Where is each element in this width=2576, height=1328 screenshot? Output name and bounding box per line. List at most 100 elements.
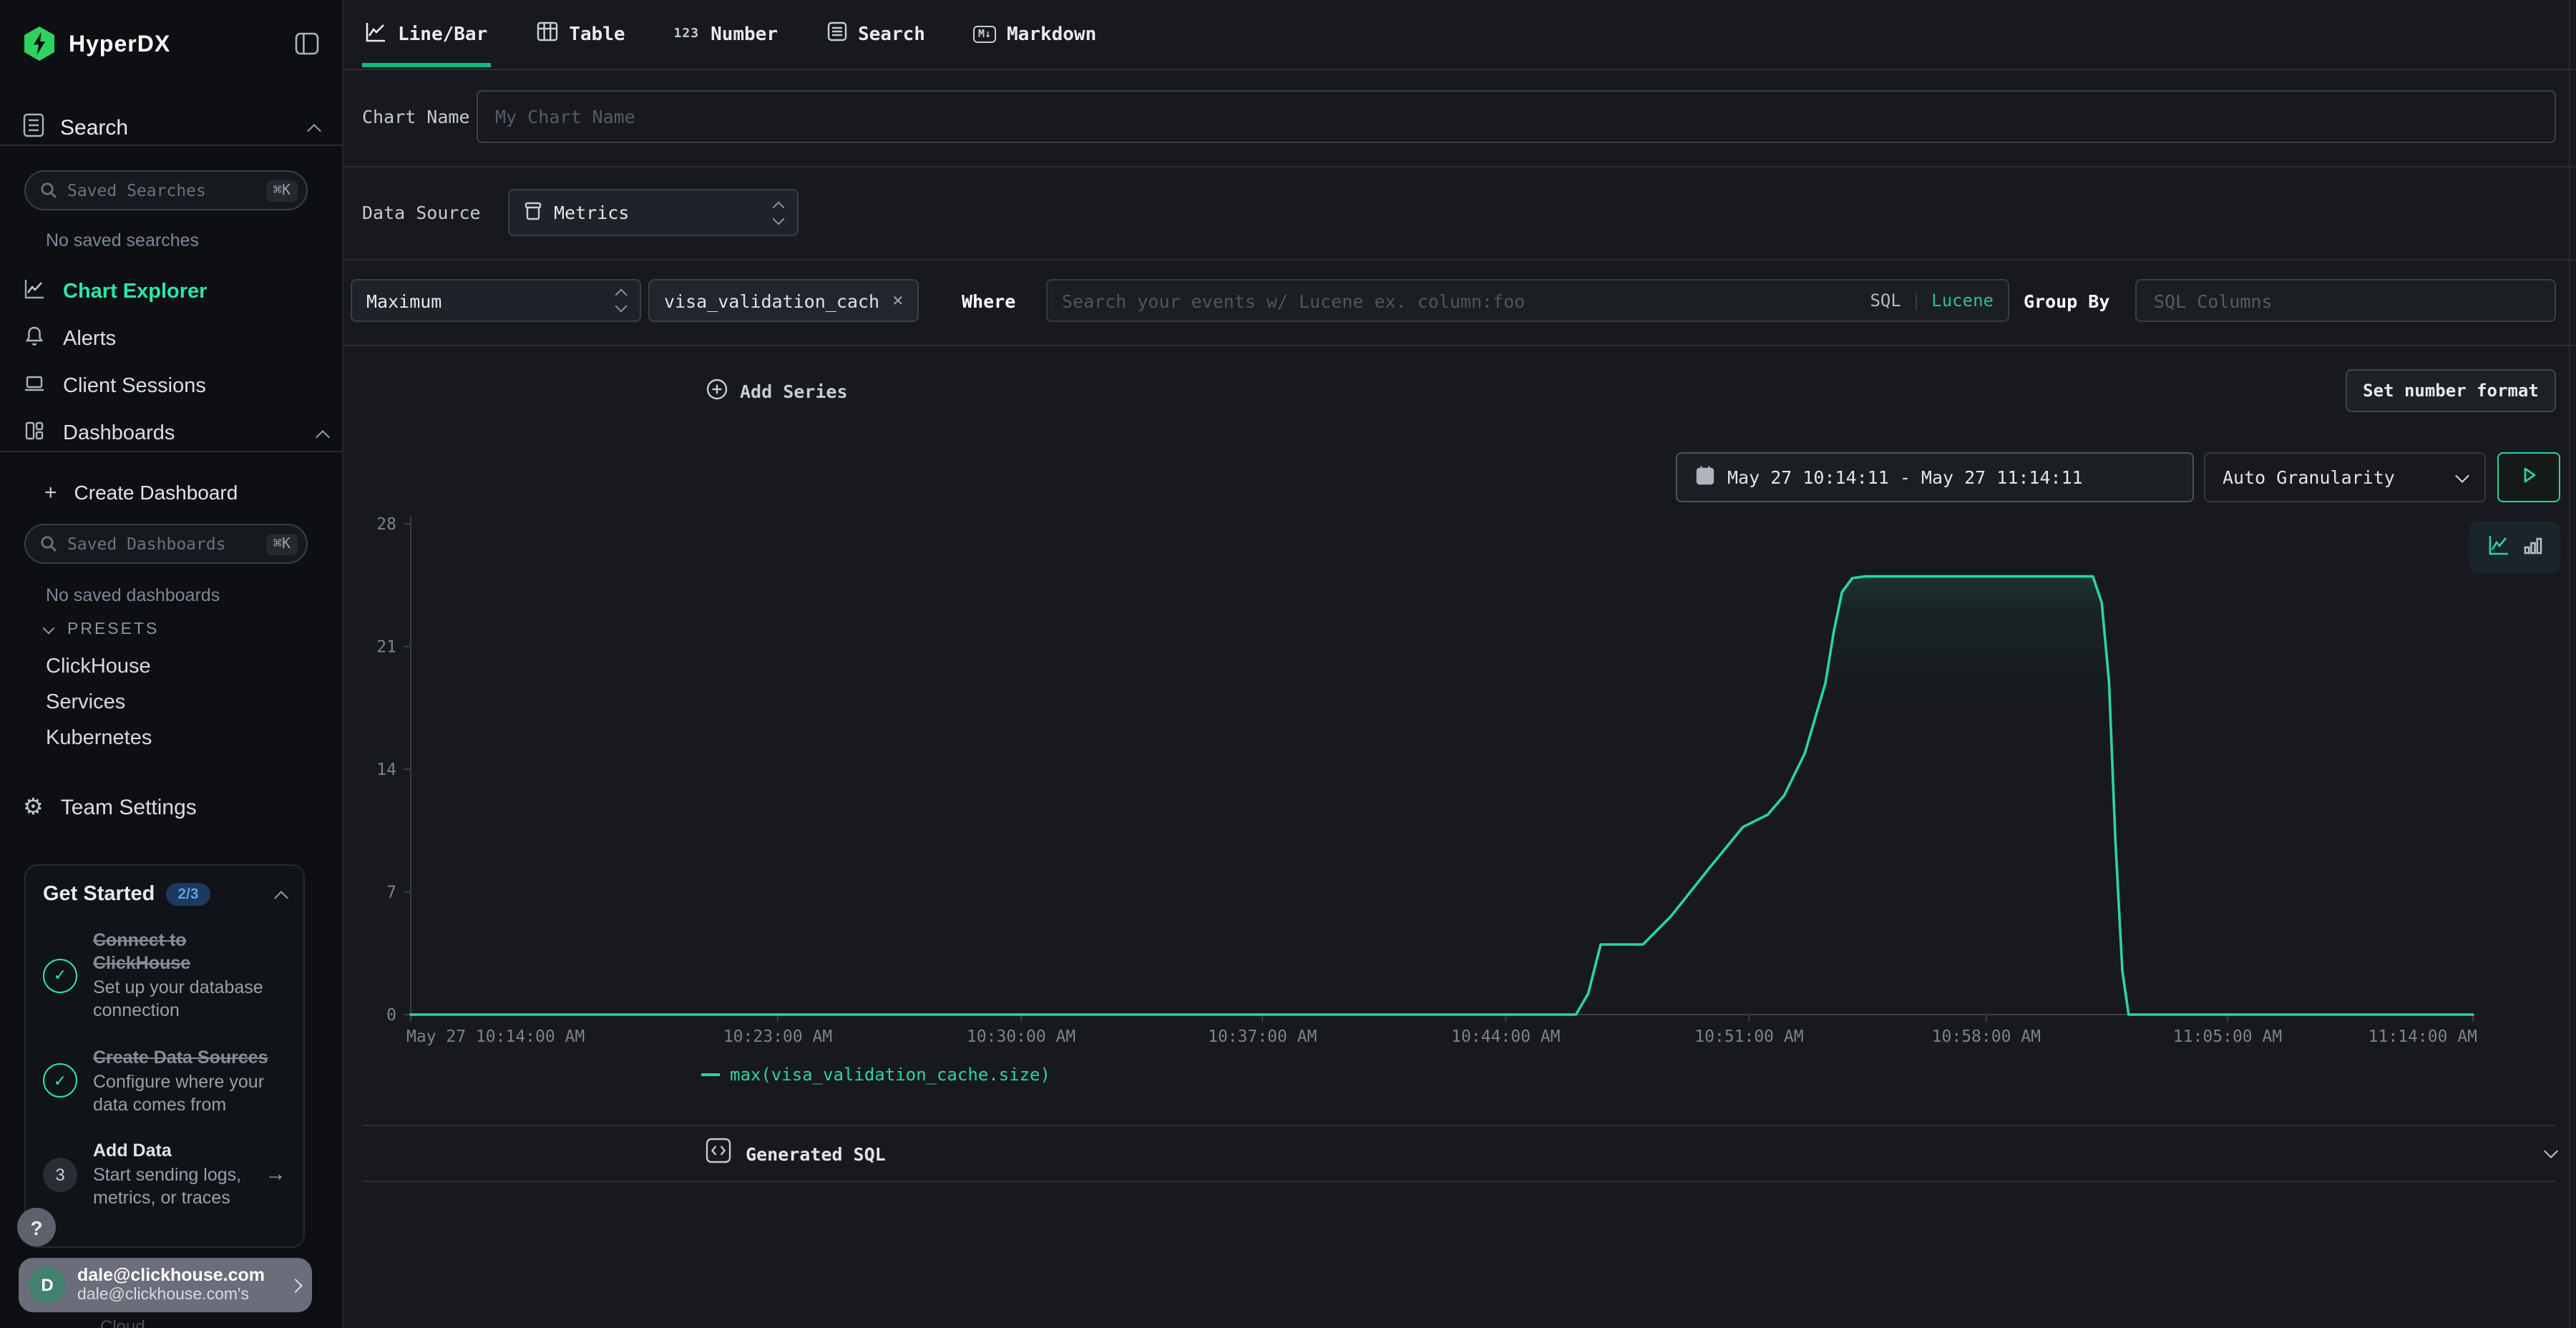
legend-series-label: max(visa_validation_cache.size) xyxy=(730,1065,1050,1085)
sidebar-item-chart-explorer[interactable]: Chart Explorer xyxy=(23,273,328,311)
where-search-box[interactable]: SQL | Lucene xyxy=(1046,279,2009,322)
avatar: D xyxy=(29,1266,66,1304)
where-search-input[interactable] xyxy=(1062,290,1870,311)
sidebar-item-label: Alerts xyxy=(63,328,116,351)
logo[interactable]: HyperDX xyxy=(23,20,319,72)
get-started-item[interactable]: 3 Add Data Start sending logs, metrics, … xyxy=(43,1139,286,1210)
search-icon xyxy=(40,177,57,204)
select-chevrons-icon xyxy=(617,290,625,311)
chart-ticks: 07142128May 27 10:14:00 AM10:23:00 AM10:… xyxy=(376,515,2477,1046)
app-title: HyperDX xyxy=(69,33,170,59)
sidebar-section-search[interactable]: Search xyxy=(23,110,319,145)
date-range-picker[interactable]: May 27 10:14:11 - May 27 11:14:11 xyxy=(1676,452,2194,502)
circle-plus-icon xyxy=(706,377,728,404)
chevron-down-icon xyxy=(2544,1144,2558,1158)
tab-label: Table xyxy=(569,24,625,45)
saved-searches-search[interactable]: ⌘K xyxy=(24,170,308,210)
sidebar-item-dashboards[interactable]: Dashboards xyxy=(23,415,328,452)
svg-text:10:37:00 AM: 10:37:00 AM xyxy=(1208,1027,1317,1046)
preset-kubernetes[interactable]: Kubernetes xyxy=(46,727,152,750)
granularity-select[interactable]: Auto Granularity xyxy=(2204,452,2486,502)
gear-icon: ⚙ xyxy=(23,793,44,821)
help-button[interactable]: ? xyxy=(17,1208,56,1246)
sidebar-item-client-sessions[interactable]: Client Sessions xyxy=(23,368,328,405)
where-label: Where xyxy=(962,290,1015,312)
sidebar-item-alerts[interactable]: Alerts xyxy=(23,321,328,358)
set-number-format-label: Set number format xyxy=(2363,381,2539,401)
get-started-item[interactable]: ✓ Connect to ClickHouse Set up your data… xyxy=(43,929,286,1022)
date-range-value: May 27 10:14:11 - May 27 11:14:11 xyxy=(1727,467,2083,488)
aggregation-select[interactable]: Maximum xyxy=(351,279,641,322)
mode-lucene[interactable]: Lucene xyxy=(1931,290,1994,311)
run-query-button[interactable] xyxy=(2497,452,2560,502)
user-subtitle: dale@clickhouse.com's xyxy=(77,1286,279,1304)
add-series-label: Add Series xyxy=(740,380,848,401)
tab-markdown[interactable]: M↓ Markdown xyxy=(971,2,1099,67)
metric-chip[interactable]: visa_validation_cach × xyxy=(648,279,919,322)
mode-sql[interactable]: SQL xyxy=(1870,290,1901,311)
group-by-input[interactable] xyxy=(2135,279,2556,322)
chevron-up-icon[interactable] xyxy=(307,123,321,137)
svg-text:10:30:00 AM: 10:30:00 AM xyxy=(967,1027,1075,1046)
svg-text:7: 7 xyxy=(386,884,396,902)
get-started-item[interactable]: ✓ Create Data Sources Configure where yo… xyxy=(43,1045,286,1116)
chevron-right-icon xyxy=(288,1278,303,1292)
plus-icon: + xyxy=(44,480,57,504)
chart-line-icon xyxy=(23,278,46,306)
shortcut-badge: ⌘K xyxy=(266,180,298,201)
chevron-up-icon[interactable] xyxy=(274,890,288,904)
saved-dashboards-search[interactable]: ⌘K xyxy=(24,524,308,564)
data-source-select[interactable]: Metrics xyxy=(508,189,799,236)
chart-name-input[interactable] xyxy=(477,90,2556,143)
search-section-icon xyxy=(23,112,44,142)
generated-sql-toggle[interactable]: Generated SQL xyxy=(706,1131,2556,1176)
tab-number[interactable]: 123 Number xyxy=(671,2,781,67)
chevron-down-icon xyxy=(2455,468,2469,482)
sidebar: HyperDX Search ⌘K No saved searches xyxy=(0,0,343,1328)
svg-text:10:44:00 AM: 10:44:00 AM xyxy=(1451,1027,1560,1046)
svg-text:10:23:00 AM: 10:23:00 AM xyxy=(723,1027,832,1046)
no-saved-searches-label: No saved searches xyxy=(46,230,199,250)
svg-text:14: 14 xyxy=(376,761,396,779)
set-number-format-button[interactable]: Set number format xyxy=(2346,369,2556,412)
saved-dashboards-input[interactable] xyxy=(67,534,256,554)
hyperdx-logo-icon xyxy=(23,25,56,67)
divider xyxy=(343,69,2576,70)
get-started-item-desc: Set up your database connection xyxy=(93,976,286,1022)
scrollbar-track[interactable] xyxy=(2569,0,2570,1328)
preset-clickhouse[interactable]: ClickHouse xyxy=(46,655,151,678)
get-started-item-title: Add Data xyxy=(93,1139,249,1162)
collapse-sidebar-icon[interactable] xyxy=(295,31,319,61)
user-menu[interactable]: D dale@clickhouse.com dale@clickhouse.co… xyxy=(19,1258,312,1312)
user-email: dale@clickhouse.com xyxy=(77,1265,279,1286)
code-icon xyxy=(706,1138,731,1169)
search-icon xyxy=(40,530,57,557)
sidebar-item-team-settings[interactable]: ⚙ Team Settings xyxy=(23,788,328,826)
svg-text:11:05:00 AM: 11:05:00 AM xyxy=(2173,1027,2282,1046)
tab-line-bar[interactable]: Line/Bar xyxy=(362,2,490,67)
sidebar-divider xyxy=(0,451,343,452)
get-started-item-desc: Configure where your data comes from xyxy=(93,1070,286,1116)
divider xyxy=(343,345,2576,346)
metric-chip-label: visa_validation_cach xyxy=(664,290,879,311)
saved-searches-input[interactable] xyxy=(67,180,256,200)
bell-icon xyxy=(23,325,46,353)
preset-services[interactable]: Services xyxy=(46,691,125,714)
tab-search[interactable]: Search xyxy=(824,2,928,67)
chart-svg[interactable]: 07142128May 27 10:14:00 AM10:23:00 AM10:… xyxy=(343,508,2576,1080)
presets-toggle[interactable]: PRESETS xyxy=(44,621,159,638)
add-series-button[interactable]: Add Series xyxy=(706,371,848,411)
aggregation-value: Maximum xyxy=(366,290,605,311)
app-window: HyperDX Search ⌘K No saved searches xyxy=(0,0,2576,1328)
tab-label: Line/Bar xyxy=(398,24,487,45)
create-dashboard-button[interactable]: + Create Dashboard xyxy=(44,474,328,511)
line-chart-icon xyxy=(365,21,386,48)
no-saved-dashboards-label: No saved dashboards xyxy=(46,585,220,605)
series-line xyxy=(411,577,2473,1015)
chart-name-label: Chart Name xyxy=(362,106,470,127)
chevron-up-icon[interactable] xyxy=(316,429,330,444)
close-icon[interactable]: × xyxy=(892,290,904,311)
chart-legend[interactable]: max(visa_validation_cache.size) xyxy=(701,1065,1050,1085)
tab-table[interactable]: Table xyxy=(533,2,628,67)
sidebar-item-label: Client Sessions xyxy=(63,375,206,398)
